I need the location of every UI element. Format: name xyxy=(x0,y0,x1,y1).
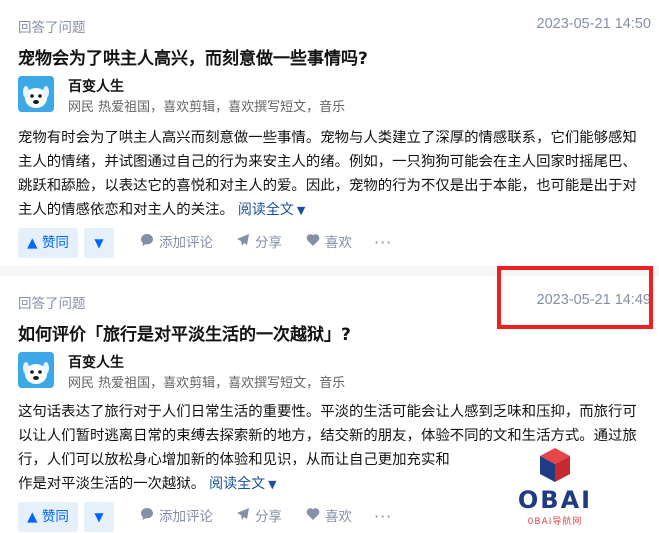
avatar[interactable] xyxy=(18,76,54,112)
excerpt-line-text: 作是对平淡生活的一次越狱。 xyxy=(18,476,206,492)
author-name[interactable]: 百变人生 xyxy=(68,352,124,372)
like-button[interactable]: 喜欢 xyxy=(306,228,352,258)
question-title[interactable]: 宠物会为了哄主人高兴，而刻意做一些事情吗? xyxy=(18,44,368,69)
excerpt-line: 宠物有时会为了哄主人高兴而刻意做一些事情。宠物与人类建立了深厚的情感联系，它们能… xyxy=(18,130,637,146)
watermark-logo: OBAI 0BAI导航网 xyxy=(502,446,608,527)
triangle-down-icon: ▼ xyxy=(94,510,104,524)
downvote-button[interactable]: ▼ xyxy=(84,502,114,532)
chevron-down-icon: ▼ xyxy=(296,204,306,217)
share-label: 分享 xyxy=(255,235,282,251)
comment-icon xyxy=(140,502,154,532)
feed-action-label: 回答了问题 xyxy=(18,20,86,36)
feed-meta: 回答了问题 2023-05-21 14:50 xyxy=(18,16,651,36)
excerpt-line: 跳跃和舔脸，以表达它的喜悦和对主人的爱。因此，宠物的行为不仅是出于本能，也可能是… xyxy=(18,178,637,194)
avatar[interactable] xyxy=(18,352,54,388)
share-button[interactable]: 分享 xyxy=(236,228,282,258)
share-icon xyxy=(236,502,250,532)
read-more-label: 阅读全文 xyxy=(209,476,266,492)
author-name[interactable]: 百变人生 xyxy=(68,76,124,96)
watermark-text: OBAI xyxy=(517,486,593,514)
cube-icon xyxy=(540,448,570,482)
comment-label: 添加评论 xyxy=(159,235,213,251)
like-button[interactable]: 喜欢 xyxy=(306,502,352,532)
excerpt-line: 以让人们暂时逃离日常的束缚去探索新的地方，结交新的朋友，体验不同的文和生活方式。… xyxy=(18,428,637,444)
chevron-down-icon: ▼ xyxy=(268,478,277,491)
feed-action-label: 回答了问题 xyxy=(18,296,86,312)
upvote-button[interactable]: ▲ 赞同 xyxy=(18,228,78,258)
author-info: 百变人生 网民 热爱祖国，喜欢剪辑，喜欢撰写短文，音乐 xyxy=(18,76,648,116)
upvote-label: 赞同 xyxy=(41,235,69,251)
author-bio: 网民 热爱祖国，喜欢剪辑，喜欢撰写短文，音乐 xyxy=(68,376,346,391)
more-button[interactable]: ··· xyxy=(374,502,392,532)
excerpt-line: 主人的情绪，并试图通过自己的行为来安主人的绪。例如，一只狗狗可能会在主人回家时摇… xyxy=(18,154,637,170)
feed-timestamp: 2023-05-21 14:50 xyxy=(536,16,652,32)
answer-excerpt[interactable]: 宠物有时会为了哄主人高兴而刻意做一些事情。宠物与人类建立了深厚的情感联系，它们能… xyxy=(18,126,650,223)
comment-label: 添加评论 xyxy=(159,509,213,525)
read-more-label: 阅读全文 xyxy=(237,202,294,218)
read-more-link[interactable]: 阅读全文 ▼ xyxy=(209,476,276,492)
highlight-annotation-box xyxy=(497,266,653,329)
author-bio: 网民 热爱祖国，喜欢剪辑，喜欢撰写短文，音乐 xyxy=(68,100,346,115)
feed-item: 回答了问题 2023-05-21 14:50 宠物会为了哄主人高兴，而刻意做一些… xyxy=(0,0,659,266)
excerpt-line-last: 主人的情感依恋和对主人的关注。 阅读全文 ▼ xyxy=(18,198,650,223)
share-button[interactable]: 分享 xyxy=(236,502,282,532)
excerpt-line-text: 主人的情感依恋和对主人的关注。 xyxy=(18,202,234,218)
comment-icon xyxy=(140,228,154,258)
upvote-button[interactable]: ▲ 赞同 xyxy=(18,502,78,532)
watermark-subtext: 0BAI导航网 xyxy=(527,517,583,527)
author-info: 百变人生 网民 热爱祖国，喜欢剪辑，喜欢撰写短文，音乐 xyxy=(18,352,648,392)
share-icon xyxy=(236,228,250,258)
upvote-label: 赞同 xyxy=(41,509,69,525)
heart-icon xyxy=(306,228,320,258)
action-bar: ▲ 赞同 ▼ 添加评论 分享 喜欢 ··· xyxy=(18,228,650,258)
read-more-link[interactable]: 阅读全文 ▼ xyxy=(238,202,305,218)
like-label: 喜欢 xyxy=(325,509,352,525)
triangle-down-icon: ▼ xyxy=(94,236,104,250)
comment-button[interactable]: 添加评论 xyxy=(140,228,213,258)
excerpt-line: 这句话表达了旅行对于人们日常生活的重要性。平淡的生活可能会让人感到乏味和压抑，而… xyxy=(18,404,637,420)
comment-button[interactable]: 添加评论 xyxy=(140,502,213,532)
downvote-button[interactable]: ▼ xyxy=(84,228,114,258)
like-label: 喜欢 xyxy=(325,235,352,251)
more-button[interactable]: ··· xyxy=(374,228,392,258)
heart-icon xyxy=(306,502,320,532)
question-title[interactable]: 如何评价「旅行是对平淡生活的一次越狱」? xyxy=(18,320,351,345)
share-label: 分享 xyxy=(255,509,282,525)
